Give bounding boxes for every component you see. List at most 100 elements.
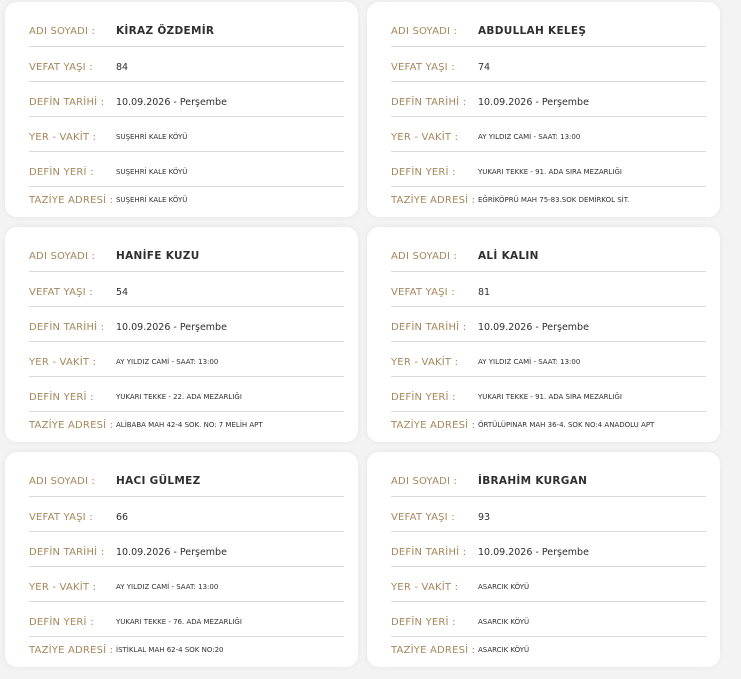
age-value: 81 [478,286,491,298]
place-time-value: AY YILDIZ CAMİ - SAAT: 13:00 [116,583,219,591]
name-label: ADI SOYADI : [29,25,96,37]
condolence-address-row: TAZİYE ADRESİ : ASARCIK KÖYÜ [391,642,706,658]
divider [391,566,706,567]
condolence-address-label: TAZİYE ADRESİ : [391,194,476,206]
burial-date-value: 10.09.2026 - Perşembe [116,96,227,108]
burial-place-value: YUKARI TEKKE - 76. ADA MEZARLIĞI [116,618,242,626]
condolence-address-value: ÖRTÜLÜPINAR MAH 36-4. SOK NO:4 ANADOLU A… [478,421,655,429]
name-label: ADI SOYADI : [29,475,96,487]
divider [29,151,344,152]
obituary-card: ADI SOYADI : HACI GÜLMEZ VEFAT YAŞI : 66 D… [5,452,358,667]
age-label: VEFAT YAŞI : [391,511,455,523]
divider [29,341,344,342]
place-time-value: ASARCIK KÖYÜ [478,583,530,591]
burial-place-row: DEFİN YERİ : YUKARI TEKKE - 22. ADA MEZAR… [29,389,344,405]
burial-date-value: 10.09.2026 - Perşembe [116,321,227,333]
burial-date-label: DEFİN TARİHİ : [391,96,467,108]
age-row: VEFAT YAŞI : 74 [391,59,706,75]
divider [391,601,706,602]
name-value: KİRAZ ÖZDEMİR [116,25,215,37]
age-row: VEFAT YAŞI : 93 [391,509,706,525]
place-time-row: YER - VAKİT : ASARCIK KÖYÜ [391,579,706,595]
divider [29,81,344,82]
place-time-label: YER - VAKİT : [29,356,97,368]
divider [391,496,706,497]
name-row: ADI SOYADI : İBRAHİM KURGAN [391,473,706,489]
condolence-address-row: TAZİYE ADRESİ : EĞRİKÖPRÜ MAH 75-83.SOK D… [391,192,706,208]
burial-place-value: ASARCIK KÖYÜ [478,618,530,626]
burial-place-row: DEFİN YERİ : YUKARI TEKKE - 91. ADA SIRA … [391,164,706,180]
condolence-address-row: TAZİYE ADRESİ : ALİBABA MAH 42-4 SOK. NO:… [29,417,344,433]
age-value: 74 [478,61,491,73]
place-time-label: YER - VAKİT : [29,581,97,593]
divider [391,151,706,152]
divider [29,601,344,602]
age-label: VEFAT YAŞI : [391,61,455,73]
burial-place-label: DEFİN YERİ : [391,616,456,628]
place-time-value: AY YILDIZ CAMİ - SAAT: 13:00 [478,133,581,141]
condolence-address-value: ASARCIK KÖYÜ [478,646,530,654]
burial-place-label: DEFİN YERİ : [391,166,456,178]
divider [391,411,706,412]
divider [29,496,344,497]
burial-date-row: DEFİN TARİHİ : 10.09.2026 - Perşembe [391,94,706,110]
burial-date-value: 10.09.2026 - Perşembe [116,546,227,558]
name-row: ADI SOYADI : KİRAZ ÖZDEMİR [29,23,344,39]
divider [29,566,344,567]
burial-date-value: 10.09.2026 - Perşembe [478,321,589,333]
name-row: ADI SOYADI : ABDULLAH KELEŞ [391,23,706,39]
burial-date-row: DEFİN TARİHİ : 10.09.2026 - Perşembe [29,319,344,335]
condolence-address-label: TAZİYE ADRESİ : [29,194,114,206]
burial-date-row: DEFİN TARİHİ : 10.09.2026 - Perşembe [29,544,344,560]
divider [29,531,344,532]
age-row: VEFAT YAŞI : 54 [29,284,344,300]
burial-place-label: DEFİN YERİ : [391,391,456,403]
condolence-address-label: TAZİYE ADRESİ : [29,419,114,431]
condolence-address-label: TAZİYE ADRESİ : [391,644,476,656]
burial-date-label: DEFİN TARİHİ : [391,546,467,558]
burial-date-label: DEFİN TARİHİ : [29,546,105,558]
burial-place-row: DEFİN YERİ : YUKARI TEKKE - 91. ADA SIRA … [391,389,706,405]
obituary-card: ADI SOYADI : ABDULLAH KELEŞ VEFAT YAŞI : 7… [367,2,720,217]
burial-place-row: DEFİN YERİ : YUKARI TEKKE - 76. ADA MEZAR… [29,614,344,630]
name-label: ADI SOYADI : [391,250,458,262]
burial-place-value: YUKARI TEKKE - 22. ADA MEZARLIĞI [116,393,242,401]
name-label: ADI SOYADI : [391,25,458,37]
age-row: VEFAT YAŞI : 81 [391,284,706,300]
place-time-row: YER - VAKİT : AY YILDIZ CAMİ - SAAT: 13:0… [29,354,344,370]
divider [391,186,706,187]
condolence-address-label: TAZİYE ADRESİ : [29,644,114,656]
name-label: ADI SOYADI : [29,250,96,262]
burial-place-value: SUŞEHRİ KALE KÖYÜ [116,168,188,176]
obituary-card: ADI SOYADI : ALİ KALIN VEFAT YAŞI : 81 DEF… [367,227,720,442]
place-time-row: YER - VAKİT : AY YILDIZ CAMİ - SAAT: 13:0… [391,129,706,145]
name-label: ADI SOYADI : [391,475,458,487]
divider [391,46,706,47]
place-time-label: YER - VAKİT : [391,356,459,368]
place-time-row: YER - VAKİT : SUŞEHRİ KALE KÖYÜ [29,129,344,145]
obituary-card: ADI SOYADI : HANİFE KUZU VEFAT YAŞI : 54 D… [5,227,358,442]
divider [29,46,344,47]
place-time-value: AY YILDIZ CAMİ - SAAT: 13:00 [478,358,581,366]
divider [391,306,706,307]
divider [29,186,344,187]
name-value: HACI GÜLMEZ [116,475,201,487]
place-time-value: AY YILDIZ CAMİ - SAAT: 13:00 [116,358,219,366]
divider [391,531,706,532]
place-time-label: YER - VAKİT : [29,131,97,143]
obituary-card: ADI SOYADI : İBRAHİM KURGAN VEFAT YAŞI : 9… [367,452,720,667]
age-label: VEFAT YAŞI : [29,286,93,298]
divider [29,411,344,412]
age-label: VEFAT YAŞI : [29,511,93,523]
name-row: ADI SOYADI : HACI GÜLMEZ [29,473,344,489]
burial-date-label: DEFİN TARİHİ : [29,96,105,108]
name-value: HANİFE KUZU [116,250,200,262]
obituary-card: ADI SOYADI : KİRAZ ÖZDEMİR VEFAT YAŞI : 84… [5,2,358,217]
age-value: 54 [116,286,129,298]
burial-place-value: YUKARI TEKKE - 91. ADA SIRA MEZARLIĞI [478,393,622,401]
divider [29,636,344,637]
burial-date-value: 10.09.2026 - Perşembe [478,96,589,108]
condolence-address-row: TAZİYE ADRESİ : SUŞEHRİ KALE KÖYÜ [29,192,344,208]
divider [29,271,344,272]
condolence-address-row: TAZİYE ADRESİ : ÖRTÜLÜPINAR MAH 36-4. SOK… [391,417,706,433]
